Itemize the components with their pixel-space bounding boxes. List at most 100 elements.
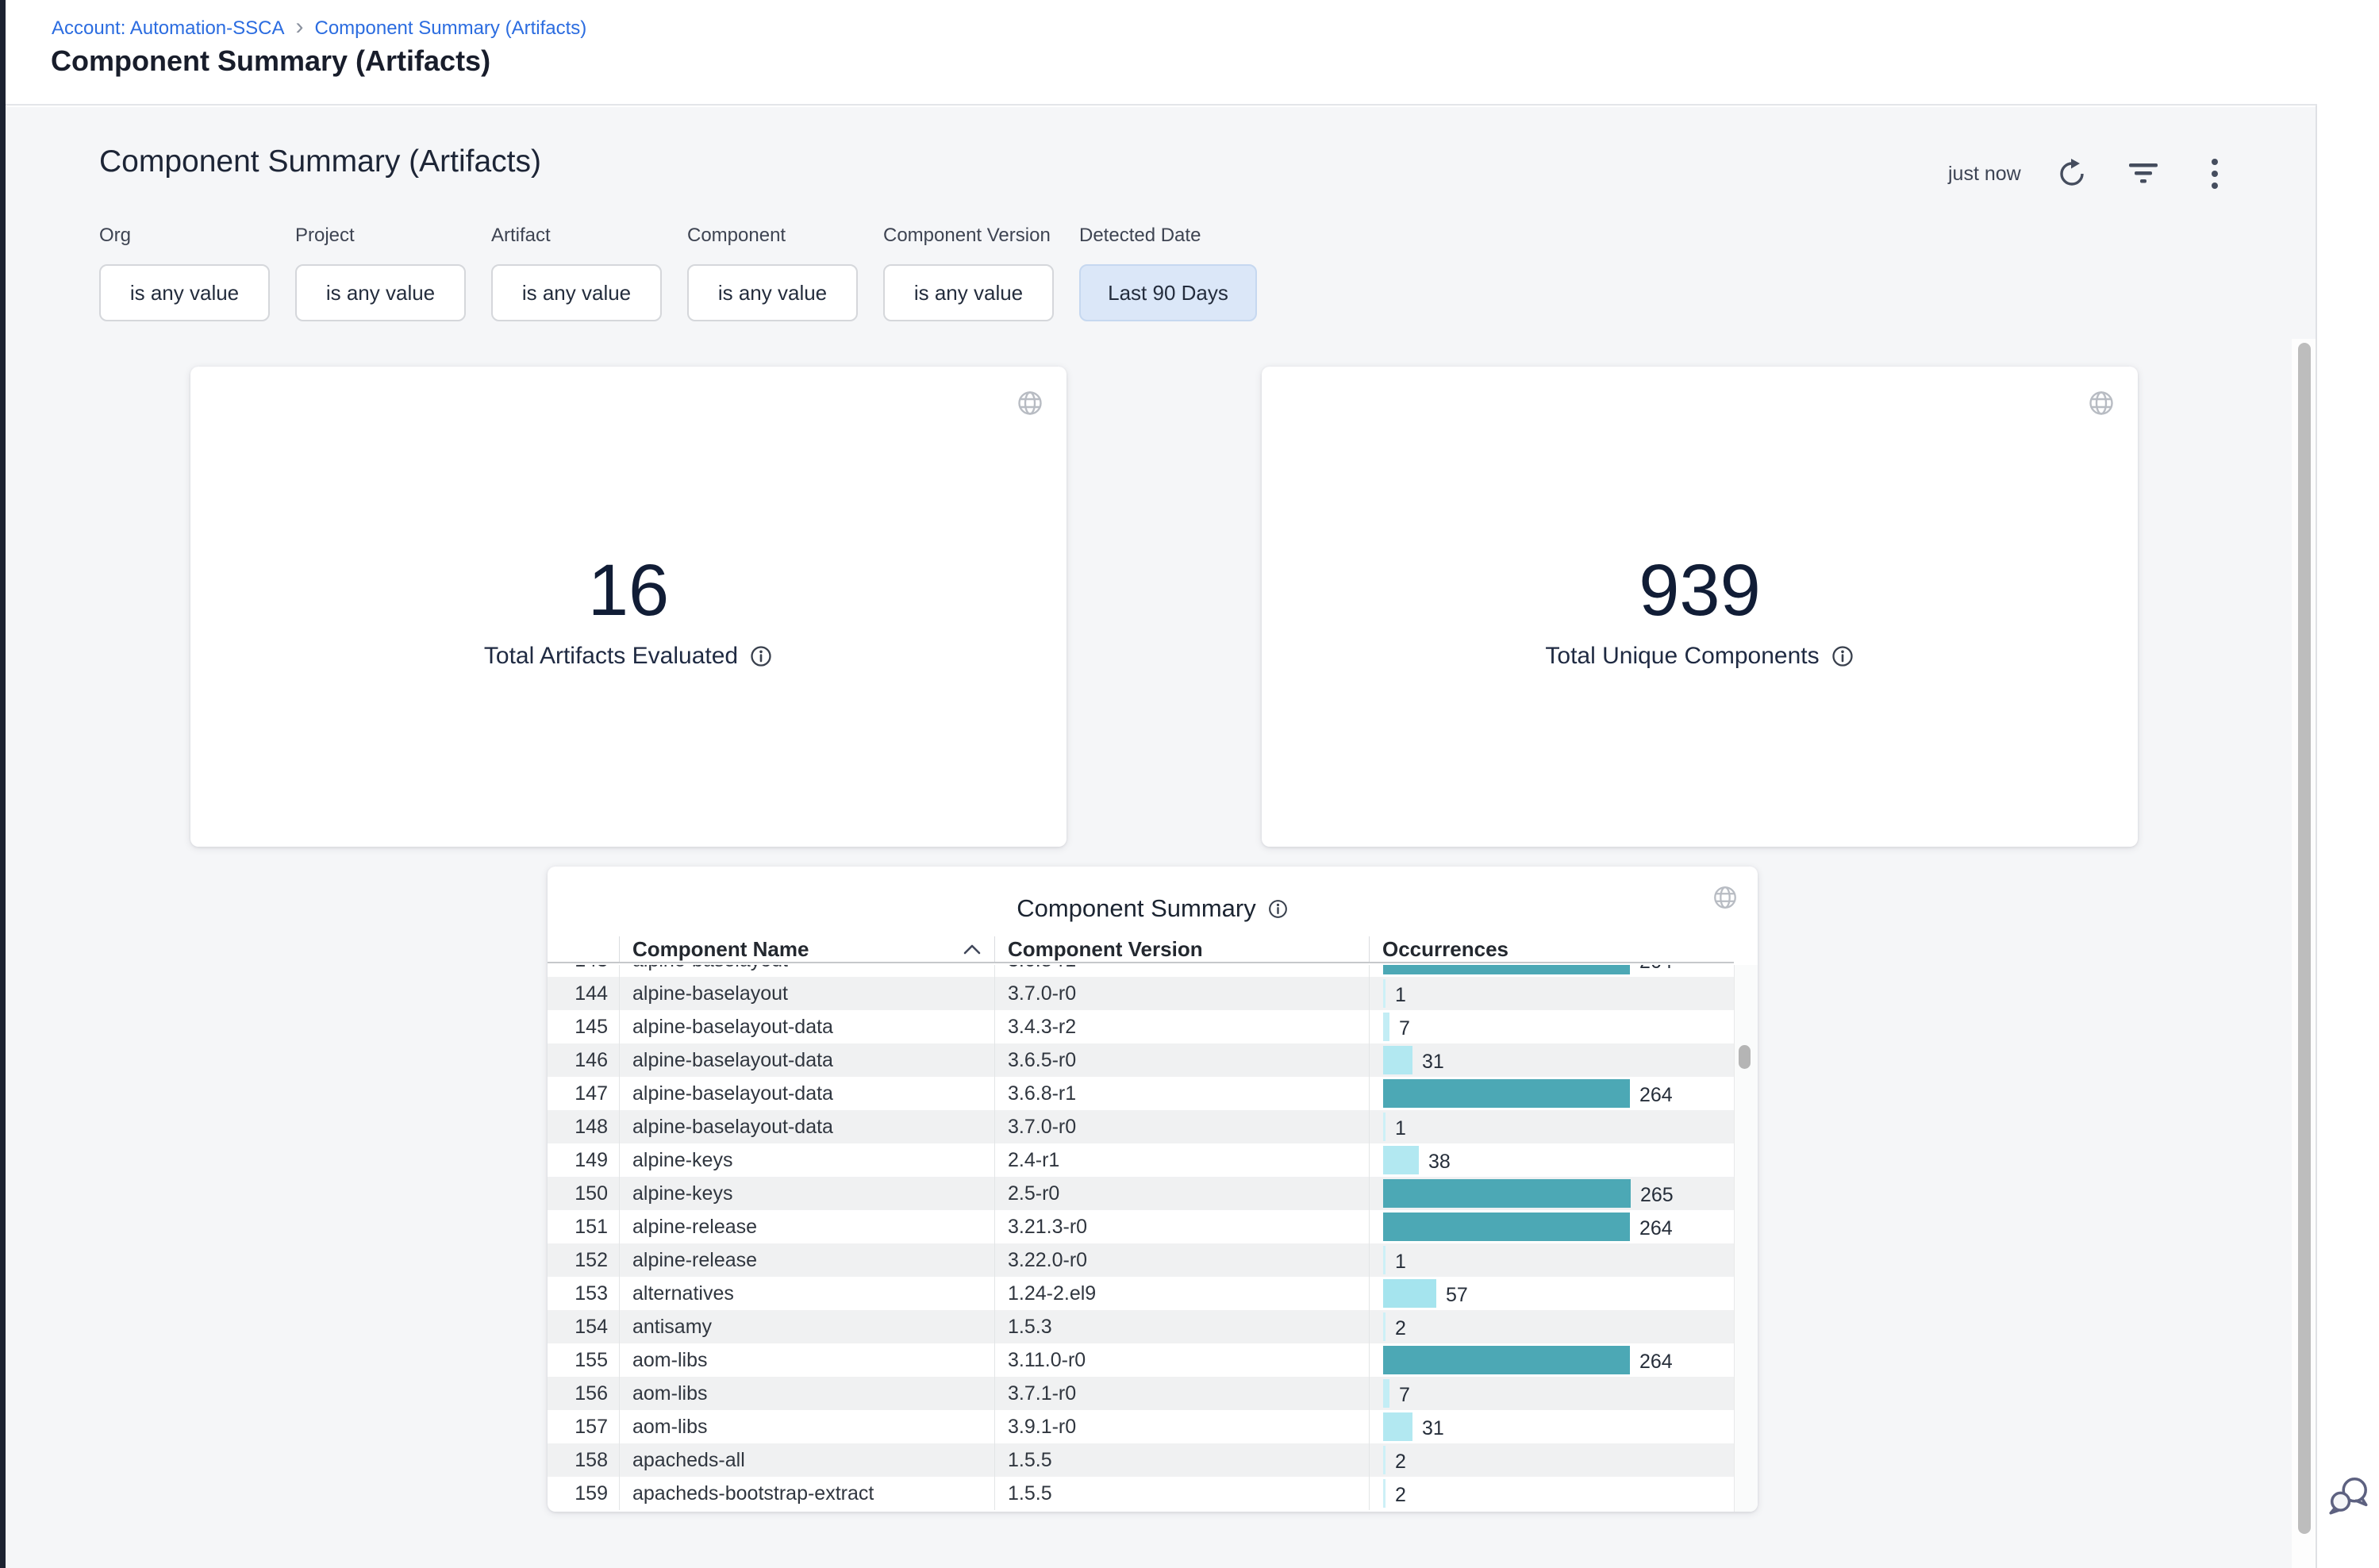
filter-control: Component Version is any value — [883, 225, 1054, 321]
component-version-cell: 3.11.0-r0 — [994, 1343, 1369, 1377]
occurrence-bar — [1383, 1312, 1386, 1341]
table-row[interactable]: 157 aom-libs 3.9.1-r0 31 — [548, 1410, 1734, 1443]
component-name-column-header[interactable]: Component Name — [619, 936, 994, 962]
table-row[interactable]: 158 apacheds-all 1.5.5 2 — [548, 1443, 1734, 1477]
occurrence-count: 38 — [1428, 1151, 1451, 1173]
occurrences-column-header[interactable]: Occurrences — [1369, 936, 1734, 962]
table-row[interactable]: 146 alpine-baselayout-data 3.6.5-r0 31 — [548, 1043, 1734, 1077]
table-header-row: Component Name Component Version Occurre… — [548, 936, 1734, 963]
table-row[interactable]: 159 apacheds-bootstrap-extract 1.5.5 2 — [548, 1477, 1734, 1510]
component-name-cell: alpine-baselayout-data — [619, 1010, 994, 1043]
table-title: Component Summary — [1017, 894, 1256, 923]
table-scrollbar-thumb[interactable] — [1739, 1045, 1751, 1069]
breadcrumb: Account: Automation-SSCA › Component Sum… — [52, 17, 586, 40]
info-icon[interactable] — [1267, 898, 1289, 920]
table-row[interactable]: 150 alpine-keys 2.5-r0 265 — [548, 1177, 1734, 1210]
filter-value-button[interactable]: Last 90 Days — [1079, 264, 1257, 321]
filter-value-button[interactable]: is any value — [295, 264, 466, 321]
refresh-icon — [2056, 158, 2088, 190]
occurrence-count: 7 — [1399, 1017, 1410, 1040]
occurrence-count: 264 — [1639, 1217, 1673, 1239]
component-name-cell: alternatives — [619, 1277, 994, 1310]
table-row[interactable]: 156 aom-libs 3.7.1-r0 7 — [548, 1377, 1734, 1410]
occurrence-bar — [1383, 1246, 1386, 1274]
row-index: 146 — [548, 1043, 619, 1077]
table-row[interactable]: 154 antisamy 1.5.3 2 — [548, 1310, 1734, 1343]
occurrence-count: 264 — [1639, 965, 1673, 973]
occurrences-cell: 7 — [1369, 1377, 1734, 1410]
table-row[interactable]: 144 alpine-baselayout 3.7.0-r0 1 — [548, 977, 1734, 1010]
last-refreshed-text: just now — [1948, 163, 2021, 186]
occurrences-cell: 264 — [1369, 1077, 1734, 1110]
occurrence-count: 264 — [1639, 1351, 1673, 1373]
filter-icon — [2127, 162, 2159, 186]
component-name-cell: alpine-baselayout-data — [619, 1043, 994, 1077]
occurrence-count: 31 — [1422, 1417, 1444, 1439]
table-row[interactable]: 153 alternatives 1.24-2.el9 57 — [548, 1277, 1734, 1310]
occurrence-bar — [1383, 1046, 1412, 1074]
component-version-header-label: Component Version — [1008, 937, 1203, 962]
component-name-cell: alpine-baselayout — [619, 977, 994, 1010]
component-version-column-header[interactable]: Component Version — [994, 936, 1369, 962]
occurrence-count: 2 — [1395, 1484, 1406, 1506]
filter-label: Detected Date — [1079, 225, 1257, 247]
occurrence-bar — [1383, 1146, 1419, 1174]
occurrence-count: 1 — [1395, 984, 1406, 1006]
occurrence-bar — [1383, 1479, 1386, 1508]
page-header: Account: Automation-SSCA › Component Sum… — [6, 0, 2379, 106]
total-artifacts-tile: 16 Total Artifacts Evaluated — [190, 367, 1067, 847]
component-name-cell: alpine-baselayout — [619, 965, 994, 977]
filter-control: Detected Date Last 90 Days — [1079, 225, 1257, 321]
table-row[interactable]: 149 alpine-keys 2.4-r1 38 — [548, 1143, 1734, 1177]
table-row[interactable]: 148 alpine-baselayout-data 3.7.0-r0 1 — [548, 1110, 1734, 1143]
component-name-cell: aom-libs — [619, 1377, 994, 1410]
info-icon[interactable] — [1831, 644, 1854, 668]
occurrences-cell: 264 — [1369, 1210, 1734, 1243]
occurrence-count: 7 — [1399, 1384, 1410, 1406]
row-index: 153 — [548, 1277, 619, 1310]
table-row[interactable]: 155 aom-libs 3.11.0-r0 264 — [548, 1343, 1734, 1377]
filter-value-button[interactable]: is any value — [99, 264, 270, 321]
collapsed-sidebar-rail[interactable] — [0, 0, 6, 1568]
component-version-cell: 1.5.5 — [994, 1477, 1369, 1510]
component-name-cell: aom-libs — [619, 1343, 994, 1377]
component-version-cell: 1.5.3 — [994, 1310, 1369, 1343]
filter-control: Artifact is any value — [491, 225, 662, 321]
component-version-cell: 2.4-r1 — [994, 1143, 1369, 1177]
chat-support-icon[interactable] — [2327, 1474, 2373, 1517]
occurrence-bar — [1383, 1079, 1630, 1108]
info-icon[interactable] — [749, 644, 773, 668]
globe-icon — [1016, 389, 1044, 421]
filter-value-button[interactable]: is any value — [883, 264, 1054, 321]
breadcrumb-current-link[interactable]: Component Summary (Artifacts) — [314, 17, 586, 40]
page-scrollbar-thumb[interactable] — [2298, 343, 2311, 1534]
occurrences-cell: 1 — [1369, 977, 1734, 1010]
component-name-cell: apacheds-all — [619, 1443, 994, 1477]
component-name-cell: alpine-keys — [619, 1177, 994, 1210]
breadcrumb-account-link[interactable]: Account: Automation-SSCA — [52, 17, 284, 40]
filter-toggle-button[interactable] — [2126, 156, 2161, 191]
occurrence-count: 1 — [1395, 1251, 1406, 1273]
component-version-cell: 3.6.5-r0 — [994, 1043, 1369, 1077]
row-index: 152 — [548, 1243, 619, 1277]
table-row[interactable]: 143 alpine-baselayout 3.6.8-r1 264 — [548, 965, 1734, 977]
table-row[interactable]: 152 alpine-release 3.22.0-r0 1 — [548, 1243, 1734, 1277]
occurrences-cell: 2 — [1369, 1443, 1734, 1477]
refresh-button[interactable] — [2054, 156, 2089, 191]
filter-control: Project is any value — [295, 225, 466, 321]
more-menu-button[interactable] — [2197, 156, 2232, 191]
filter-value-button[interactable]: is any value — [687, 264, 858, 321]
table-row[interactable]: 147 alpine-baselayout-data 3.6.8-r1 264 — [548, 1077, 1734, 1110]
row-index: 156 — [548, 1377, 619, 1410]
row-index: 148 — [548, 1110, 619, 1143]
filter-label: Org — [99, 225, 270, 247]
component-version-cell: 2.5-r0 — [994, 1177, 1369, 1210]
component-version-cell: 3.21.3-r0 — [994, 1210, 1369, 1243]
table-row[interactable]: 151 alpine-release 3.21.3-r0 264 — [548, 1210, 1734, 1243]
component-version-cell: 3.6.8-r1 — [994, 1077, 1369, 1110]
component-version-cell: 3.7.0-r0 — [994, 1110, 1369, 1143]
component-summary-tile: Component Summary Component Name Compone… — [548, 867, 1758, 1512]
filter-value-button[interactable]: is any value — [491, 264, 662, 321]
filter-label: Component Version — [883, 225, 1054, 247]
table-row[interactable]: 145 alpine-baselayout-data 3.4.3-r2 7 — [548, 1010, 1734, 1043]
